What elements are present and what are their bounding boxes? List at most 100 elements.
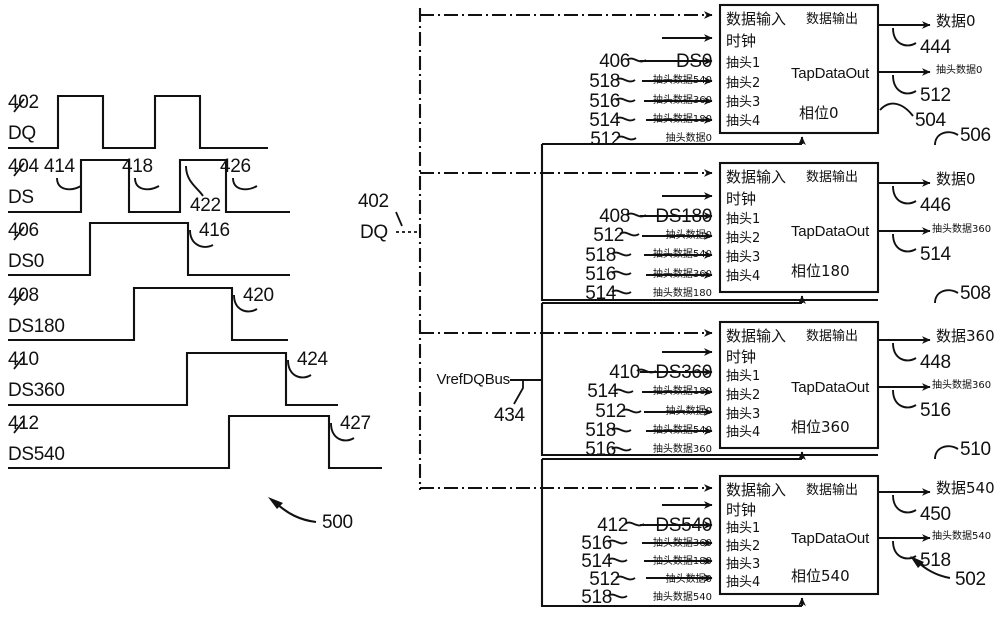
block2-tap1-label: 抽头数据0 <box>665 230 712 241</box>
waveform-label-ds360: DS360 <box>8 380 65 401</box>
block1-tap4-ref: 512 <box>590 129 621 150</box>
block4-out-data-hook <box>892 494 917 514</box>
block4-phase: 相位540 <box>791 567 850 585</box>
block1-tap1-label: 抽头数据540 <box>652 75 712 86</box>
block2-port-tapdataout: TapDataOut <box>791 223 870 240</box>
block2-tap3-ref: 516 <box>585 264 616 285</box>
block3-port-clock: 时钟 <box>726 348 757 366</box>
dq-bus-label: DQ <box>360 222 388 243</box>
block1-out-tap-ref: 512 <box>920 85 951 106</box>
waveform-ds0 <box>8 221 290 277</box>
block3-port-tap2: 抽头2 <box>726 388 761 403</box>
block2-port-tap4: 抽头4 <box>726 269 761 284</box>
block4-out-data-label: 数据540 <box>936 479 995 497</box>
callout-label-427: 427 <box>340 413 371 434</box>
block3-out-data-ref: 448 <box>920 352 951 373</box>
block2-ref-508-hook <box>934 289 959 304</box>
block1-tap3-ref: 514 <box>589 110 620 131</box>
block3-tap3-ref: 518 <box>585 420 616 441</box>
block4-port-tap3: 抽头3 <box>726 557 761 572</box>
block1-tap4-label: 抽头数据0 <box>665 133 712 144</box>
block1-out-data-label: 数据0 <box>936 12 976 30</box>
waveform-label-ds: DS <box>8 187 34 208</box>
block2-out-tap-label: 抽头数据360 <box>932 224 992 235</box>
block2-port-tap1: 抽头1 <box>726 212 761 227</box>
block2-out-data-label: 数据0 <box>936 170 976 188</box>
block2-tap1-ref: 512 <box>593 225 624 246</box>
waveform-label-ds180: DS180 <box>8 316 65 337</box>
block1-port-tap2: 抽头2 <box>726 76 761 91</box>
block4-port-tap4: 抽头4 <box>726 575 761 590</box>
block1-outer-ref: 506 <box>960 125 991 146</box>
block4-tap3-label: 抽头数据0 <box>665 574 712 585</box>
block1-tap1-ref: 518 <box>589 71 620 92</box>
block2-tap2-ref: 518 <box>585 245 616 266</box>
block3-out-tap-label: 抽头数据360 <box>932 380 992 391</box>
block4-tap1-label: 抽头数据360 <box>652 538 712 549</box>
block1-tap3-label: 抽头数据180 <box>652 114 712 125</box>
block1-port-tapdataout: TapDataOut <box>791 65 870 82</box>
block3-ref-510-hook <box>934 445 959 460</box>
figure-ref-502: 502 <box>955 569 986 590</box>
block3-tap2-ref: 512 <box>595 401 626 422</box>
block3-out-data-hook <box>892 342 917 362</box>
block3-tap2-label: 抽头数据0 <box>665 406 712 417</box>
block1-tap2-label: 抽头数据360 <box>652 95 712 106</box>
block3-out-tap-hook <box>892 389 917 409</box>
block1-port-data-in: 数据输入 <box>726 10 787 28</box>
block4-out-tap-ref: 518 <box>920 550 951 571</box>
block3-tap4-label: 抽头数据360 <box>652 444 712 455</box>
waveform-dq <box>8 94 268 150</box>
block1-port-tap3: 抽头3 <box>726 95 761 110</box>
waveform-ref-406: 406 <box>8 220 39 241</box>
block3-tap3-label: 抽头数据540 <box>652 425 712 436</box>
block1-out-data-hook <box>892 27 917 47</box>
dq-bus-leader <box>395 211 403 227</box>
block4-port-tapdataout: TapDataOut <box>791 530 870 547</box>
waveform-ref-404: 404 <box>8 156 39 177</box>
waveform-ref-408: 408 <box>8 285 39 306</box>
block1-out-tap-hook <box>892 74 917 95</box>
block4-port-data-out: 数据输出 <box>806 483 859 498</box>
block1-clock-label: DS0 <box>675 51 712 72</box>
dq-bus-ref: 402 <box>358 191 389 212</box>
waveform-ref-402: 402 <box>8 92 39 113</box>
block2-port-tap2: 抽头2 <box>726 231 761 246</box>
callout-label-418: 418 <box>122 156 153 177</box>
waveform-ref-410: 410 <box>8 349 39 370</box>
block3-port-data-out: 数据输出 <box>806 329 859 344</box>
block4-port-clock: 时钟 <box>726 501 757 519</box>
block3-phase: 相位360 <box>791 418 850 436</box>
block2-tap4-ref: 514 <box>585 283 616 304</box>
block3-port-tap3: 抽头3 <box>726 407 761 422</box>
block1-port-clock: 时钟 <box>726 32 757 50</box>
block1-out-data-ref: 444 <box>920 37 951 58</box>
block1-port-tap4: 抽头4 <box>726 114 761 129</box>
block3-port-tap4: 抽头4 <box>726 425 761 440</box>
callout-414 <box>56 177 82 191</box>
diagram-vectors <box>8 3 959 608</box>
block4-clock-label: DS540 <box>655 515 712 536</box>
block1-clock-ref: 406 <box>599 51 630 72</box>
block2-port-clock: 时钟 <box>726 190 757 208</box>
block2-port-data-out: 数据输出 <box>806 170 859 185</box>
vref-tick <box>513 380 524 405</box>
block4-tap2-label: 抽头数据180 <box>652 556 712 567</box>
callout-label-426: 426 <box>220 156 251 177</box>
block2-tap2-label: 抽头数据540 <box>652 249 712 260</box>
block2-out-data-hook <box>892 185 917 205</box>
block3-tap1-ref: 514 <box>587 381 618 402</box>
block1-ref-506-hook <box>934 131 959 146</box>
waveform-label-dq: DQ <box>8 123 36 144</box>
block1-phase: 相位0 <box>799 104 839 122</box>
block4-port-data-in: 数据输入 <box>726 481 787 499</box>
block2-out-tap-hook <box>892 233 917 253</box>
callout-418 <box>134 177 160 191</box>
block4-port-tap2: 抽头2 <box>726 539 761 554</box>
waveform-label-ds540: DS540 <box>8 444 65 465</box>
figure-ref-500: 500 <box>322 512 353 533</box>
callout-426 <box>232 177 258 191</box>
block4-out-tap-hook <box>892 540 917 560</box>
block3-outer-ref: 510 <box>960 439 991 460</box>
block4-out-data-ref: 450 <box>920 504 951 525</box>
